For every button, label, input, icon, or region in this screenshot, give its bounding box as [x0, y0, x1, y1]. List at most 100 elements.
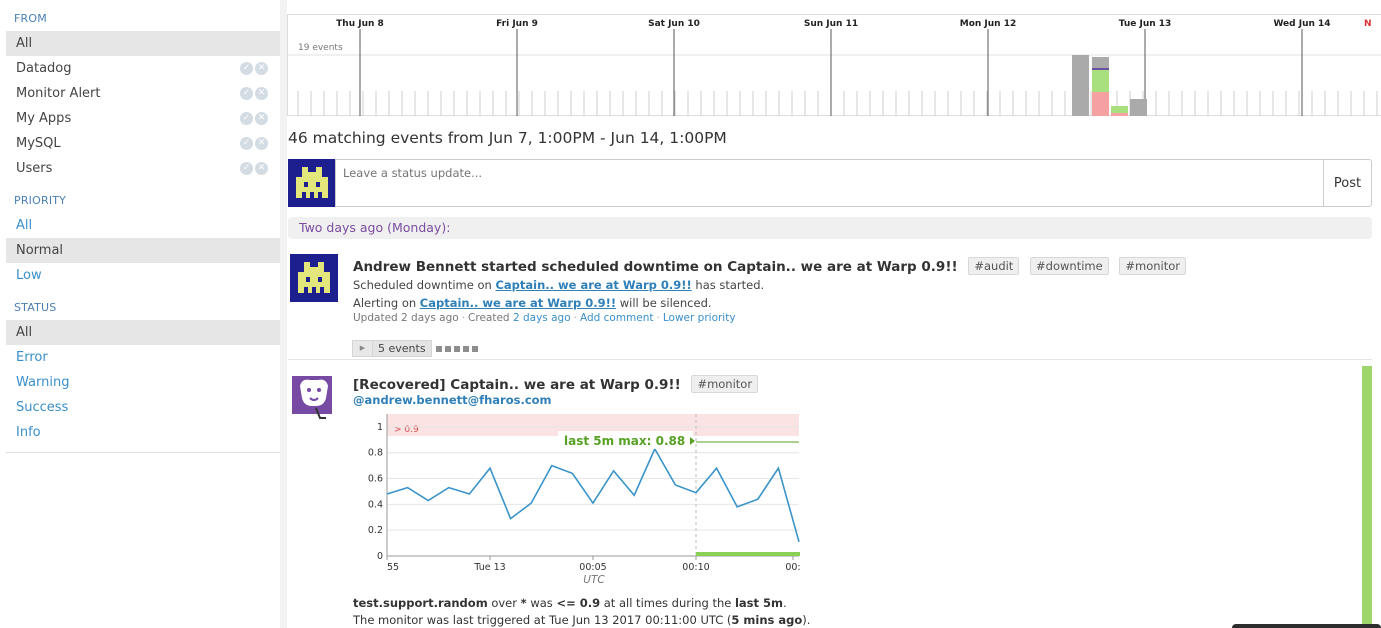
expand-count[interactable]: 5 events: [373, 340, 432, 357]
event-title: Andrew Bennett started scheduled downtim…: [353, 257, 1187, 275]
event-title-text: Andrew Bennett started scheduled downtim…: [353, 259, 958, 275]
timeline-now-marker: N: [1364, 19, 1372, 29]
graph-x-ticks: 55 Tue 13 00:05 00:10 00:: [386, 556, 801, 573]
from-item-mysql[interactable]: MySQL ✓ ✕: [6, 131, 280, 156]
event-body-line: Scheduled downtime on Captain.. we are a…: [353, 278, 764, 292]
created-text: Created: [468, 312, 513, 324]
status-item-label: Success: [16, 400, 69, 415]
x-circle-icon[interactable]: ✕: [255, 87, 268, 100]
timeline-event-count: 19 events: [298, 43, 343, 53]
from-item-label: Datadog: [16, 61, 72, 76]
graph-y-ticks: 1 0.8 0.6 0.4 0.2 0: [368, 422, 383, 562]
priority-item-normal[interactable]: Normal: [6, 238, 280, 263]
x-tick-label: 00:05: [579, 562, 606, 573]
window-edge: [1232, 624, 1381, 628]
tag-downtime[interactable]: #downtime: [1030, 257, 1109, 275]
user-avatar: [288, 159, 336, 207]
content-divider: [280, 0, 287, 628]
tag-monitor[interactable]: #monitor: [1119, 257, 1187, 275]
event-item-recovered: [Recovered] Captain.. we are at Warp 0.9…: [288, 366, 1372, 628]
timeline-bar[interactable]: [1092, 57, 1109, 68]
timeline-bar[interactable]: [1111, 106, 1128, 113]
event-title: [Recovered] Captain.. we are at Warp 0.9…: [353, 375, 759, 393]
timeline-chart[interactable]: 19 events Thu Jun 8 Fri Jun 9 Sat Jun 10 Su…: [288, 15, 1381, 117]
status-item-warning[interactable]: Warning: [6, 370, 280, 395]
timeline-bars[interactable]: [1072, 55, 1147, 116]
user-mention[interactable]: @andrew.bennett@fharos.com: [353, 393, 552, 407]
from-item-label: Users: [16, 161, 53, 176]
matching-events-count: 46 matching events from Jun 7, 1:00PM - …: [288, 129, 727, 147]
from-item-monitor-alert[interactable]: Monitor Alert ✓ ✕: [6, 81, 280, 106]
timeline-ticks: [297, 91, 1378, 116]
status-item-success[interactable]: Success: [6, 395, 280, 420]
monitor-summary: test.support.random over * was <= 0.9 at…: [353, 596, 787, 610]
timeline-bar[interactable]: [1092, 92, 1109, 116]
desc-text: .: [783, 596, 787, 610]
from-item-label: My Apps: [16, 111, 72, 126]
status-item-label: Warning: [16, 375, 70, 390]
window: last 5m: [734, 596, 784, 610]
check-circle-icon[interactable]: ✓: [240, 162, 253, 175]
priority-item-all[interactable]: All: [6, 213, 280, 238]
x-tick-label: 00:10: [682, 562, 709, 573]
user-avatar: [290, 254, 338, 302]
series-line: [386, 447, 800, 543]
from-item-users[interactable]: Users ✓ ✕: [6, 156, 280, 181]
desc-text: The monitor was last triggered at Tue Ju…: [353, 613, 732, 627]
status-section-title: STATUS: [14, 301, 57, 314]
created-link[interactable]: 2 days ago: [513, 312, 571, 324]
timeline-bar[interactable]: [1072, 55, 1089, 116]
monitor-link[interactable]: Captain.. we are at Warp 0.9!!: [495, 278, 691, 292]
timeline-bar[interactable]: [1092, 68, 1109, 70]
x-tick-label: Tue 13: [473, 562, 505, 573]
tag-audit[interactable]: #audit: [968, 257, 1020, 275]
day-group-header: Two days ago (Monday):: [288, 217, 1372, 239]
add-comment-link[interactable]: Add comment: [580, 312, 654, 324]
from-item-all[interactable]: All: [6, 31, 280, 56]
status-item-error[interactable]: Error: [6, 345, 280, 370]
from-item-my-apps[interactable]: My Apps ✓ ✕: [6, 106, 280, 131]
desc-text: was: [526, 596, 557, 610]
x-circle-icon[interactable]: ✕: [255, 137, 268, 150]
status-item-label: Info: [16, 425, 41, 440]
desc-text: over: [487, 596, 521, 610]
check-circle-icon[interactable]: ✓: [240, 112, 253, 125]
event-timeline[interactable]: 19 events Thu Jun 8 Fri Jun 9 Sat Jun 10 Su…: [287, 14, 1381, 116]
x-circle-icon[interactable]: ✕: [255, 62, 268, 75]
timeline-bar[interactable]: [1111, 113, 1128, 116]
lower-priority-link[interactable]: Lower priority: [663, 312, 736, 324]
post-button[interactable]: Post: [1323, 159, 1372, 207]
from-item-datadog[interactable]: Datadog ✓ ✕: [6, 56, 280, 81]
status-update-input[interactable]: [335, 159, 1324, 207]
status-update-box: Post: [288, 159, 1372, 207]
from-section-title: FROM: [14, 12, 47, 25]
play-icon[interactable]: ▶: [352, 340, 373, 357]
status-item-all[interactable]: All: [6, 320, 280, 345]
priority-item-low[interactable]: Low: [6, 263, 280, 288]
desc-text: ).: [802, 613, 811, 627]
priority-item-label: All: [16, 218, 33, 233]
condition: <= 0.9: [556, 596, 601, 610]
y-tick-label: 1: [377, 422, 383, 433]
x-circle-icon[interactable]: ✕: [255, 112, 268, 125]
y-tick-label: 0: [377, 551, 383, 562]
check-circle-icon[interactable]: ✓: [240, 87, 253, 100]
monitor-link[interactable]: Captain.. we are at Warp 0.9!!: [420, 296, 616, 310]
event-dots: [435, 345, 478, 352]
desc-text: at all times during the: [600, 596, 735, 610]
timeline-bar[interactable]: [1092, 70, 1109, 92]
from-item-label: MySQL: [16, 136, 61, 151]
status-item-info[interactable]: Info: [6, 420, 280, 445]
day-label: Wed Jun 14: [1273, 19, 1330, 29]
check-circle-icon[interactable]: ✓: [240, 137, 253, 150]
x-circle-icon[interactable]: ✕: [255, 162, 268, 175]
timeline-bar[interactable]: [1130, 99, 1147, 116]
expand-events-toggle[interactable]: ▶ 5 events: [352, 340, 478, 357]
check-circle-icon[interactable]: ✓: [240, 62, 253, 75]
y-tick-label: 0.2: [368, 525, 383, 536]
tag-monitor[interactable]: #monitor: [691, 375, 759, 393]
priority-section-title: PRIORITY: [14, 194, 67, 207]
body-text: has started.: [691, 278, 765, 292]
trigger-summary: The monitor was last triggered at Tue Ju…: [353, 613, 810, 627]
metric-graph[interactable]: > 0.9 10.80.60.40.20 55 Tue 13 00:05 00:10 0…: [353, 410, 803, 590]
